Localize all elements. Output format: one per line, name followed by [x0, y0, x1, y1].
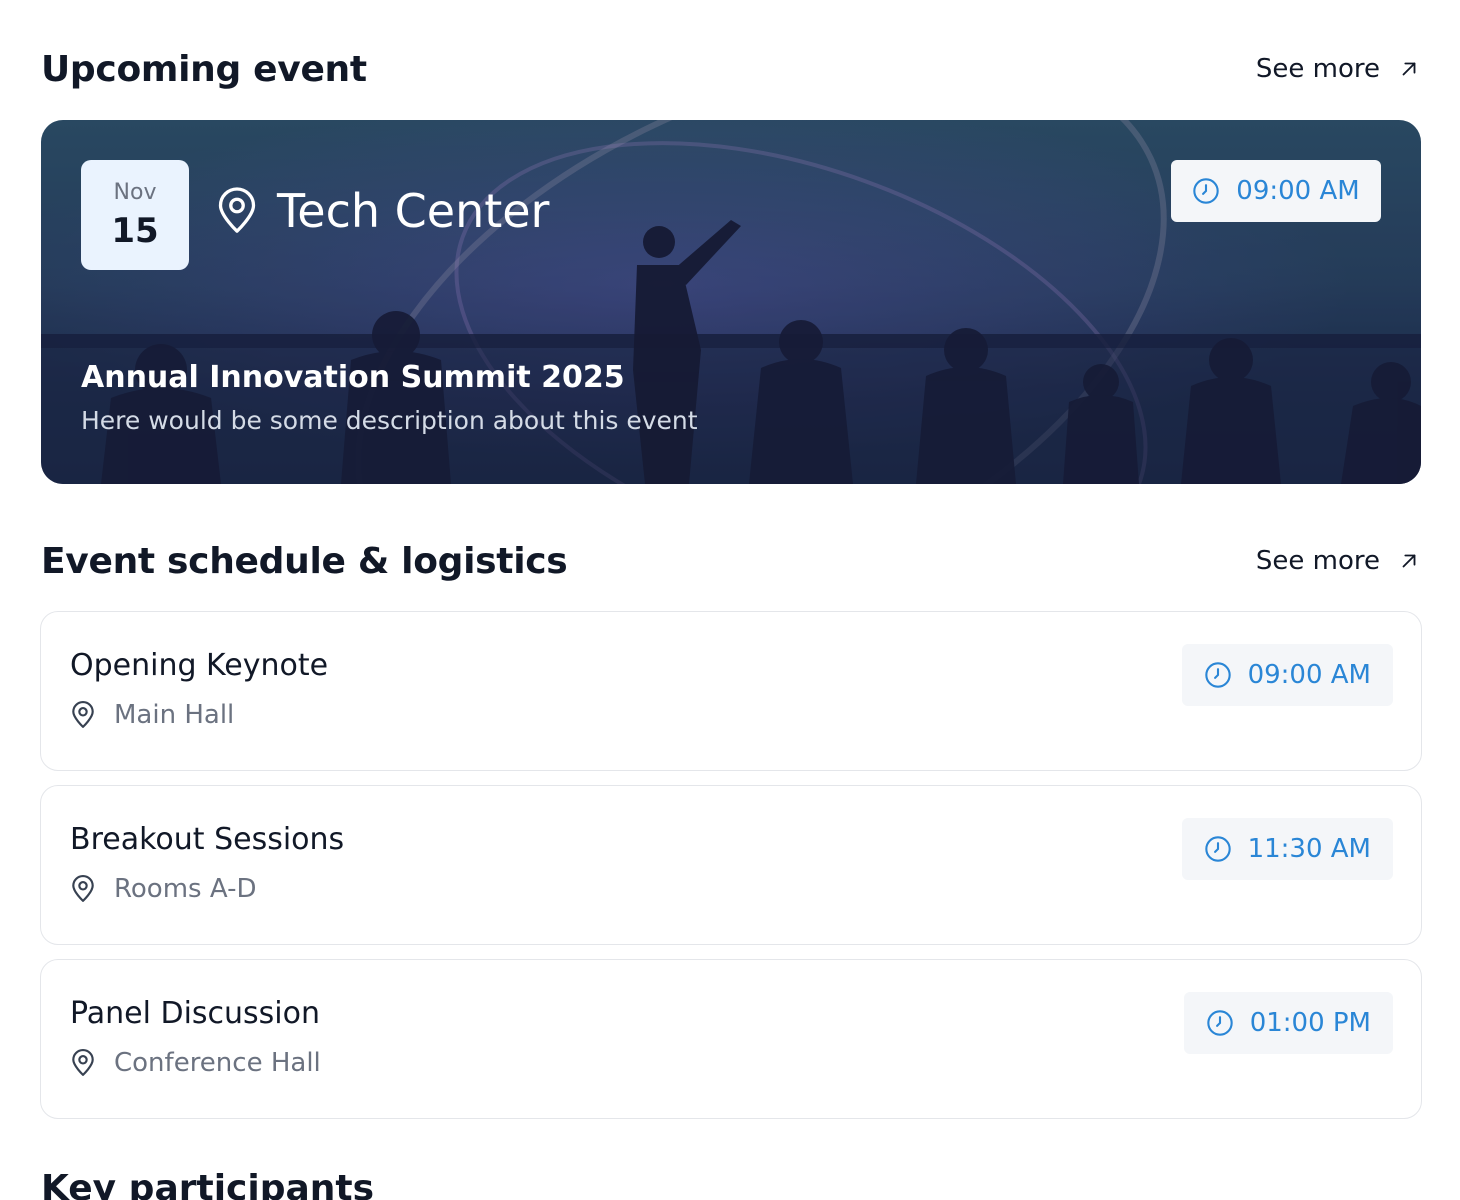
- arrow-up-right-icon: [1402, 554, 1416, 568]
- schedule-item-title: Opening Keynote: [70, 648, 329, 683]
- event-title: Annual Innovation Summit 2025: [81, 360, 625, 395]
- clock-icon: [1204, 662, 1231, 688]
- clock-icon: [1206, 1010, 1233, 1036]
- schedule-item-location-text: Rooms A-D: [114, 874, 257, 904]
- map-pin-icon: [72, 701, 94, 728]
- schedule-item-card[interactable]: Opening Keynote Main Hall 09:00 AM: [40, 611, 1422, 771]
- event-month: Nov: [113, 179, 157, 205]
- see-more-label: See more: [1255, 546, 1380, 576]
- event-day: 15: [111, 210, 159, 251]
- upcoming-event-card[interactable]: Nov 15 Tech Center 09:00 AM Annual Innov…: [41, 120, 1421, 484]
- schedule-item-location-text: Main Hall: [114, 700, 235, 730]
- schedule-section-header: Event schedule & logistics See more: [41, 536, 1420, 586]
- clock-icon: [1204, 836, 1231, 862]
- schedule-item-location: Conference Hall: [70, 1048, 321, 1078]
- clock-icon: [1193, 178, 1219, 204]
- schedule-item-title: Panel Discussion: [70, 996, 321, 1031]
- schedule-item-location: Rooms A-D: [70, 874, 256, 904]
- schedule-item-time: 09:00 AM: [1247, 660, 1371, 690]
- schedule-item-card[interactable]: Panel Discussion Conference Hall 01:00 P…: [40, 959, 1422, 1119]
- schedule-item-time-badge: 01:00 PM: [1183, 992, 1393, 1054]
- arrow-up-right-icon: [1402, 62, 1416, 76]
- see-more-label: See more: [1255, 54, 1380, 84]
- schedule-item-card[interactable]: Breakout Sessions Rooms A-D 11:30 AM: [40, 785, 1422, 945]
- upcoming-section-header: Upcoming event See more: [41, 44, 1420, 94]
- schedule-item-time-badge: 09:00 AM: [1181, 644, 1393, 706]
- participants-section-title: Key participants: [41, 1168, 375, 1200]
- map-pin-icon: [218, 187, 256, 233]
- schedule-item-time-badge: 11:30 AM: [1181, 818, 1393, 880]
- schedule-item-title: Breakout Sessions: [70, 822, 345, 857]
- upcoming-see-more-link[interactable]: See more: [1256, 54, 1420, 84]
- schedule-item-time: 01:00 PM: [1249, 1008, 1371, 1038]
- schedule-see-more-link[interactable]: See more: [1256, 546, 1420, 576]
- event-location-text: Tech Center: [277, 184, 550, 238]
- map-pin-icon: [72, 875, 94, 902]
- event-location: Tech Center: [215, 184, 549, 238]
- map-pin-icon: [72, 1049, 94, 1076]
- event-time: 09:00 AM: [1236, 176, 1360, 206]
- upcoming-section-title: Upcoming event: [41, 48, 367, 90]
- schedule-item-location-text: Conference Hall: [114, 1048, 321, 1078]
- schedule-section-title: Event schedule & logistics: [41, 540, 568, 582]
- event-time-badge: 09:00 AM: [1171, 160, 1381, 222]
- schedule-item-location: Main Hall: [70, 700, 234, 730]
- event-date-badge: Nov 15: [81, 160, 189, 270]
- event-description: Here would be some description about thi…: [81, 406, 698, 435]
- schedule-item-time: 11:30 AM: [1247, 834, 1371, 864]
